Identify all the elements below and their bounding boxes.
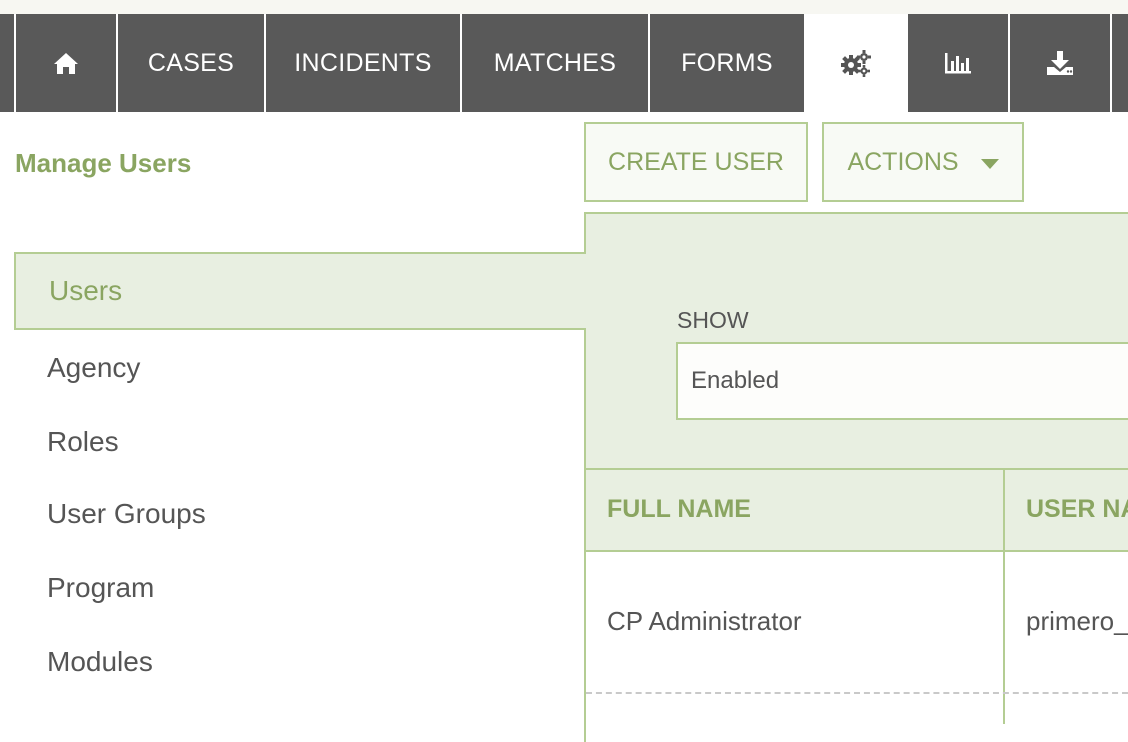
- caret-down-icon: [980, 159, 999, 169]
- sidebar-item-label: Users: [49, 275, 123, 306]
- gears-icon: [840, 49, 872, 77]
- show-filter-select[interactable]: Enabled: [676, 342, 1128, 420]
- home-icon: [53, 51, 79, 75]
- download-icon: [1046, 50, 1074, 76]
- column-header-user-name[interactable]: USER NA: [1026, 495, 1128, 524]
- create-user-label: CREATE USER: [608, 147, 784, 176]
- nav-home-button[interactable]: [16, 14, 116, 112]
- sidebar-item-roles[interactable]: Roles: [14, 404, 586, 480]
- row-divider: [586, 692, 1128, 694]
- actions-label: ACTIONS: [847, 147, 959, 176]
- actions-dropdown-button[interactable]: ACTIONS: [822, 122, 1024, 202]
- nav-settings[interactable]: [806, 14, 906, 112]
- show-filter-label: SHOW: [677, 307, 749, 333]
- top-strip: [0, 0, 1128, 14]
- nav-incidents[interactable]: INCIDENTS: [266, 14, 460, 112]
- sidebar-item-modules[interactable]: Modules: [14, 624, 586, 700]
- show-filter-value: Enabled: [691, 367, 780, 394]
- create-user-button[interactable]: CREATE USER: [584, 122, 808, 202]
- sidebar-item-label: Roles: [47, 426, 119, 457]
- filter-area: [586, 214, 1128, 468]
- table-cell-user-name[interactable]: primero_: [1026, 606, 1128, 637]
- sidebar-item-label: Modules: [47, 646, 153, 677]
- bar-chart-icon: [943, 51, 973, 75]
- nav-matches[interactable]: MATCHES: [462, 14, 648, 112]
- sidebar-item-label: Agency: [47, 352, 141, 383]
- sidebar-item-users[interactable]: Users: [14, 252, 586, 330]
- table-cell-full-name[interactable]: CP Administrator: [607, 606, 802, 637]
- sidebar-item-label: User Groups: [47, 498, 206, 529]
- column-header-full-name[interactable]: FULL NAME: [607, 495, 751, 524]
- nav-forms[interactable]: FORMS: [650, 14, 804, 112]
- sidebar-item-user-groups[interactable]: User Groups: [14, 476, 586, 552]
- nav-export[interactable]: [1010, 14, 1110, 112]
- sidebar-item-agency[interactable]: Agency: [14, 330, 586, 406]
- nav-home[interactable]: [0, 14, 14, 112]
- sidebar-item-label: Program: [47, 572, 155, 603]
- nav-overflow[interactable]: [1112, 14, 1128, 112]
- nav-reports[interactable]: [908, 14, 1008, 112]
- sidebar-item-program[interactable]: Program: [14, 550, 586, 626]
- main-navigation: CASES INCIDENTS MATCHES FORMS: [0, 14, 1128, 112]
- nav-cases[interactable]: CASES: [118, 14, 264, 112]
- column-divider: [1003, 468, 1005, 724]
- page-title: Manage Users: [15, 148, 192, 178]
